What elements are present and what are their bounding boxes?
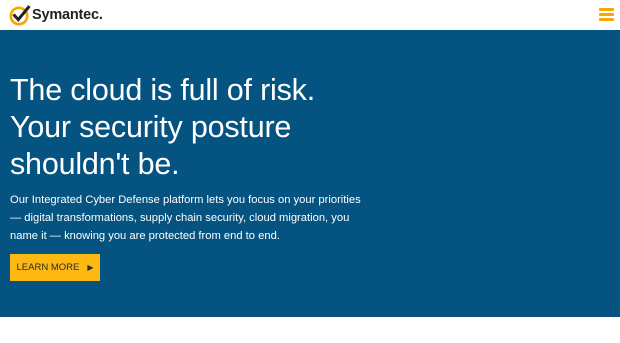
learn-more-label: LEARN MORE — [16, 262, 80, 273]
hero-title-line-3: shouldn't be. — [10, 147, 180, 181]
logo-wordmark: Symantec — [32, 6, 99, 23]
page: Symantec. The cloud is full of risk. You… — [0, 0, 620, 343]
menu-bar-middle — [599, 13, 614, 16]
play-arrow-icon: ▶ — [87, 262, 94, 272]
logo-wordmark-suffix: . — [98, 6, 103, 23]
hamburger-menu-icon[interactable] — [599, 8, 614, 21]
menu-bar-bottom — [599, 18, 614, 21]
symantec-logo[interactable]: Symantec. — [9, 3, 103, 27]
learn-more-button[interactable]: LEARN MORE ▶ — [10, 254, 100, 281]
page-bottom-band — [0, 317, 620, 343]
hero-title-line-1: The cloud is full of risk. — [10, 73, 315, 107]
hero-title-line-2: Your security posture — [10, 110, 292, 144]
checkmark-logo-icon — [9, 5, 31, 26]
hero-description-line-2: — digital transformations, supply chain … — [10, 212, 350, 224]
hero-title: The cloud is full of risk. Your security… — [10, 72, 470, 183]
site-header: Symantec. — [0, 0, 620, 30]
hero-banner: The cloud is full of risk. Your security… — [0, 30, 620, 317]
hero-description: Our Integrated Cyber Defense platform le… — [10, 191, 390, 245]
hero-description-line-1: Our Integrated Cyber Defense platform le… — [10, 194, 361, 206]
menu-bar-top — [599, 8, 614, 11]
hero-description-line-3: name it — knowing you are protected from… — [10, 230, 280, 242]
